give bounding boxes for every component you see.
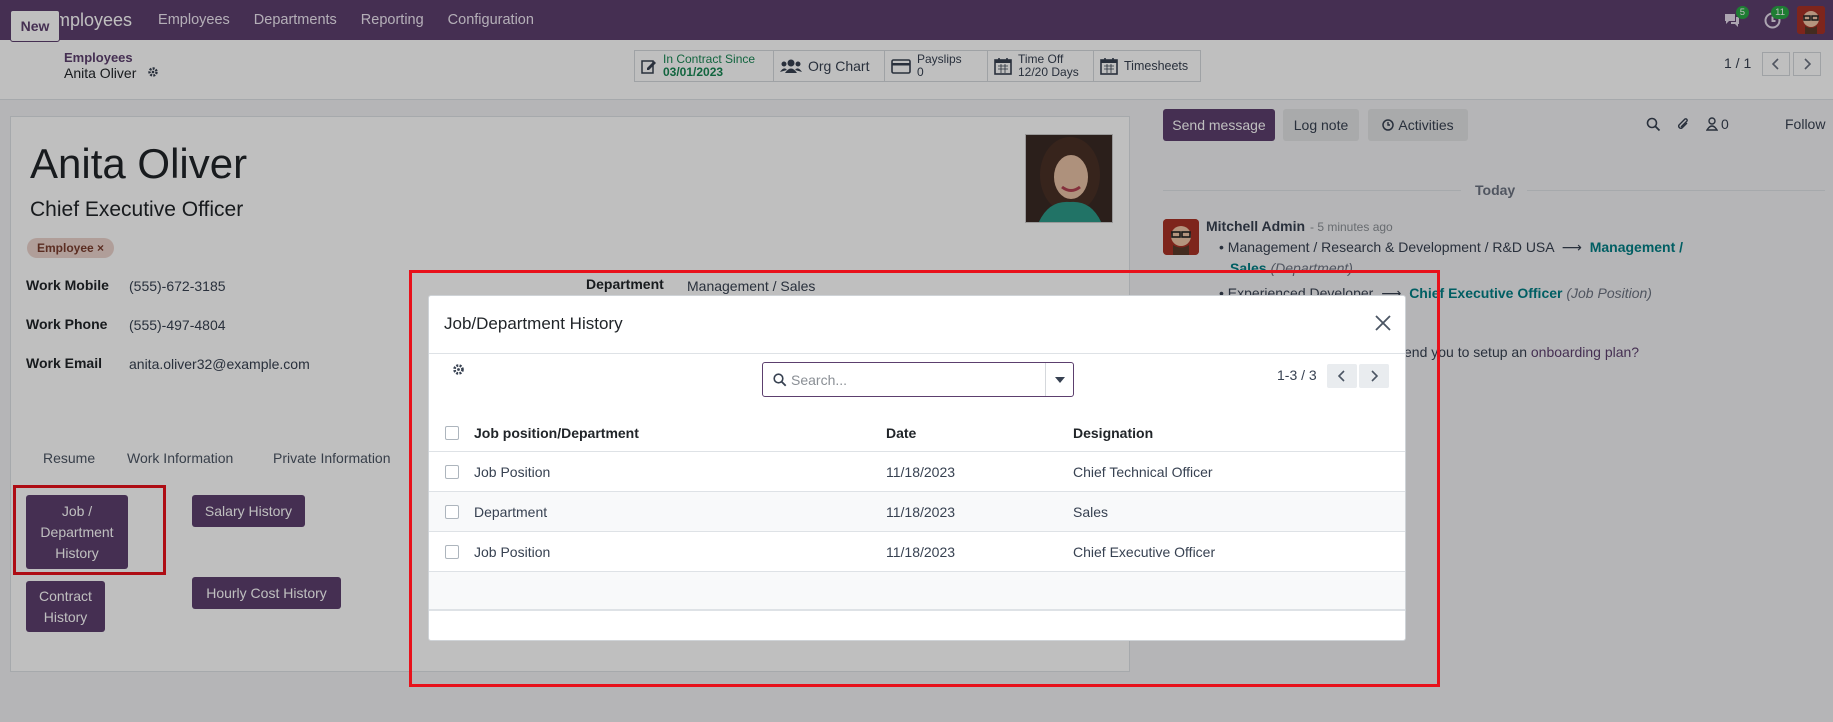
highlight-box-dialog: [409, 270, 1440, 687]
